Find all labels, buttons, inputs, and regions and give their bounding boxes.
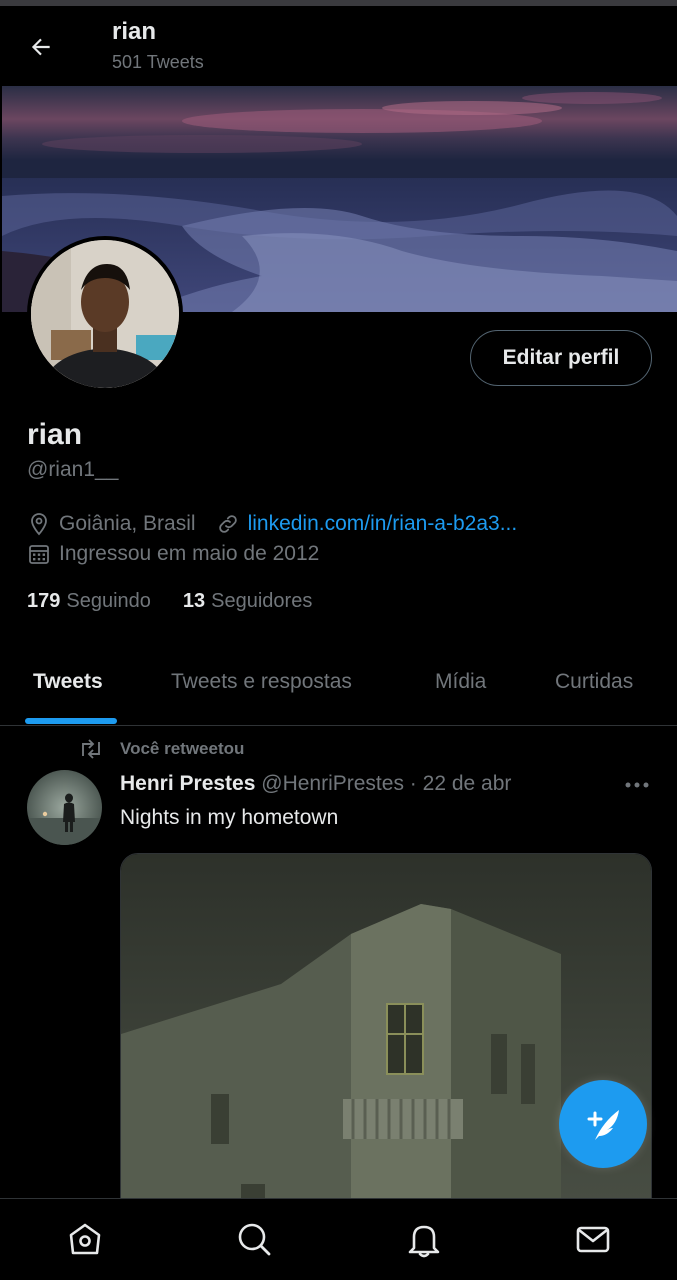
tab-tweets[interactable]: Tweets [33,670,103,694]
home-icon [69,1223,101,1255]
tweet-more-button[interactable] [620,770,654,800]
retweet-icon [82,739,100,759]
back-button[interactable] [22,28,60,66]
tweet-header: Henri Prestes @HenriPrestes · 22 de abr [120,772,511,796]
retweet-context: Você retweetou [78,738,244,760]
tweet-separator: · [409,772,417,795]
search-icon [238,1223,271,1256]
tab-likes[interactable]: Curtidas [555,670,633,694]
link-icon [218,515,237,533]
header-tweet-count: 501 Tweets [112,52,204,72]
followers-label: Seguidores [211,590,313,612]
nav-notifications-button[interactable] [402,1217,446,1261]
tweet-text: Nights in my hometown [120,806,339,829]
profile-tabs: Tweets Tweets e respostas Mídia Curtidas [0,652,677,726]
tweet-author-name[interactable]: Henri Prestes [120,772,255,795]
profile-location: Goiânia, Brasil [59,512,196,535]
follow-stats: 179 Seguindo 13 Seguidores [27,590,312,613]
notifications-icon [408,1225,440,1258]
bottom-navigation [0,1198,677,1280]
more-icon [625,782,649,788]
retweet-label: Você retweetou [120,739,245,758]
profile-meta-row: Goiânia, Brasil linkedin.com/in/rian-a-b… [27,512,517,536]
messages-icon [576,1226,610,1253]
following-label: Seguindo [66,590,151,612]
profile-joined-date: Ingressou em maio de 2012 [59,542,320,565]
tab-media[interactable]: Mídia [435,670,486,694]
arrow-left-icon [31,38,50,56]
tab-tweets-and-replies[interactable]: Tweets e respostas [171,670,352,694]
profile-avatar[interactable] [27,236,183,392]
nav-messages-button[interactable] [571,1217,615,1261]
following-link[interactable]: 179 Seguindo [27,590,151,613]
nav-search-button[interactable] [232,1217,276,1261]
edit-profile-button[interactable]: Editar perfil [470,330,652,386]
tweet-author-avatar[interactable] [27,770,102,845]
followers-link[interactable]: 13 Seguidores [183,590,312,613]
profile-handle: @rian1__ [27,458,119,481]
compose-tweet-button[interactable] [559,1080,647,1168]
profile-header: rian 501 Tweets [0,6,677,86]
compose-tweet-icon [587,1110,619,1140]
profile-joined-row: Ingressou em maio de 2012 [27,542,319,566]
profile-website-link[interactable]: linkedin.com/in/rian-a-b2a3... [248,512,518,536]
following-count: 179 [27,590,61,612]
tweet-media-image[interactable] [120,853,652,1253]
active-tab-indicator [25,718,117,724]
followers-count: 13 [182,590,206,612]
nav-home-button[interactable] [63,1217,107,1261]
tweet-date[interactable]: 22 de abr [423,772,512,795]
header-title: rian [112,18,157,45]
location-icon [31,513,47,536]
calendar-icon [29,545,49,564]
tweet-author-handle[interactable]: @HenriPrestes [261,772,404,795]
profile-name: rian [27,418,83,451]
